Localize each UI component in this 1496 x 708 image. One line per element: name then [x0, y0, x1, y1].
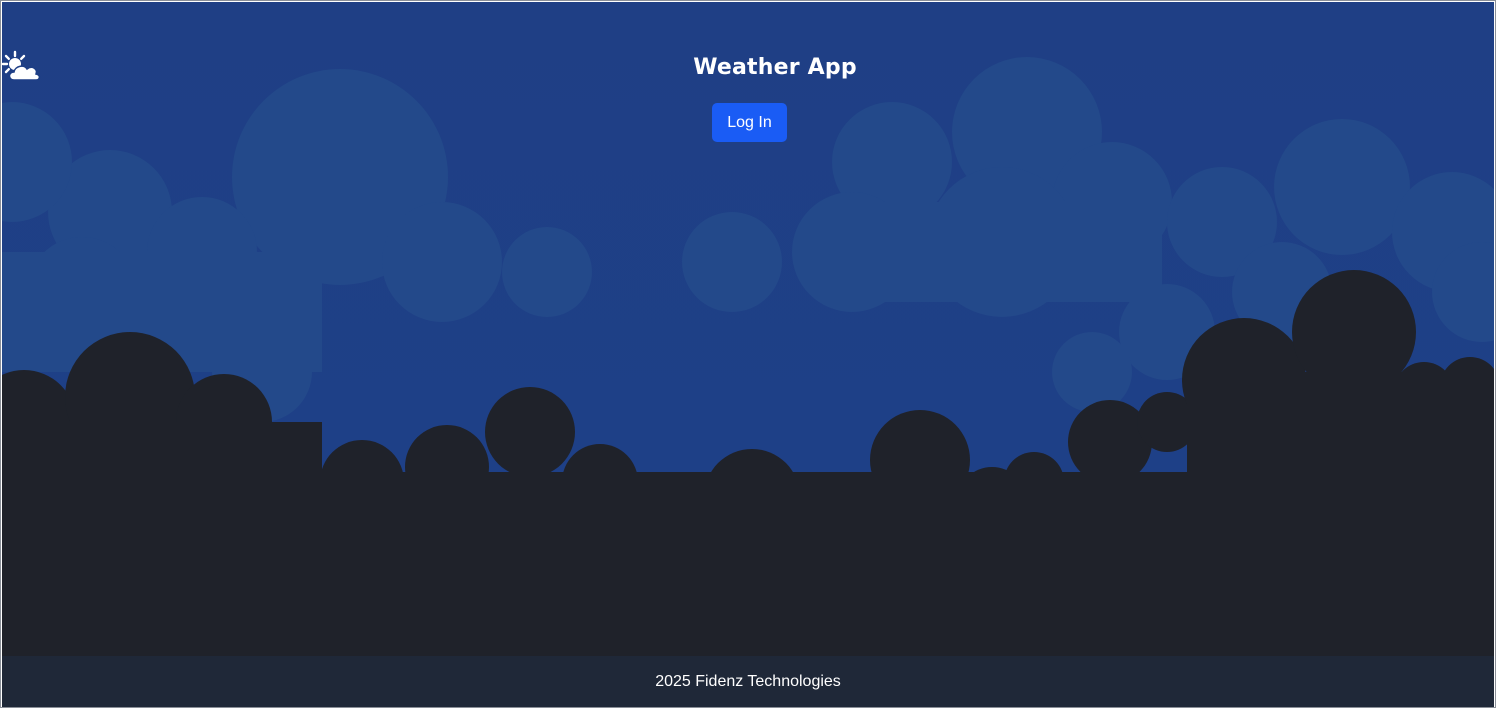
login-button[interactable]: Log In	[712, 103, 787, 142]
cloud-background: Weather App Log In	[2, 2, 1494, 656]
app-window: Weather App Log In 2025 Fidenz Technolog…	[0, 0, 1496, 708]
app-title: Weather App	[693, 54, 857, 80]
header: Weather App Log In	[2, 2, 1494, 162]
footer: 2025 Fidenz Technologies	[2, 656, 1494, 707]
copyright-text: 2025 Fidenz Technologies	[655, 672, 841, 690]
brand: Weather App	[2, 50, 1494, 84]
sun-behind-cloud-icon	[2, 50, 679, 84]
